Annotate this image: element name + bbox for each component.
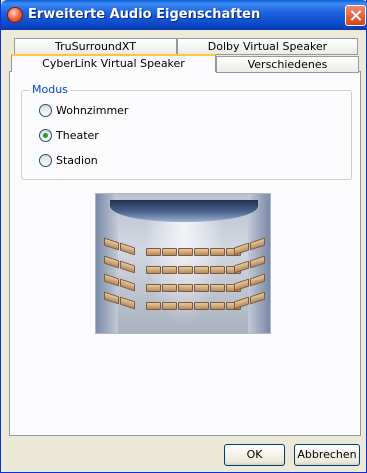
radio-label: Theater [56,128,99,142]
seat [210,266,225,274]
radio-button-icon[interactable] [39,103,52,117]
radio-theater[interactable]: Theater [39,127,99,143]
tab-cyberlink-virtual-speaker[interactable]: CyberLink Virtual Speaker [11,54,216,72]
seat [162,302,177,310]
seat [178,248,193,256]
seat [194,266,209,274]
cancel-button[interactable]: Abbrechen [294,444,360,466]
seat [178,266,193,274]
tab-dolby-virtual-speaker[interactable]: Dolby Virtual Speaker [177,38,358,55]
seat [162,284,177,292]
seat [234,296,249,310]
seat [146,284,161,292]
seat [210,284,225,292]
seat [234,242,249,256]
seat [194,284,209,292]
seat [234,260,249,274]
tab-verschiedenes[interactable]: Verschiedenes [216,56,359,73]
seat [210,248,225,256]
ok-button[interactable]: OK [224,444,285,466]
seat [120,278,135,292]
seat [178,284,193,292]
seat [194,302,209,310]
dialog-window: Erweiterte Audio Eigenschaften TruSurrou… [0,0,367,473]
seat [178,302,193,310]
cinema-screen [110,200,258,222]
seat [120,242,135,256]
seat [194,248,209,256]
theater-illustration [95,193,271,334]
radio-wohnzimmer[interactable]: Wohnzimmer [39,102,128,118]
radio-button-checked-icon[interactable] [39,128,52,142]
seat [146,266,161,274]
radio-button-icon[interactable] [39,153,52,167]
title-bar[interactable]: Erweiterte Audio Eigenschaften [1,0,367,30]
seat [210,302,225,310]
seat [234,278,249,292]
app-icon [7,7,23,23]
close-button[interactable] [345,5,366,26]
tab-trusurroundxt[interactable]: TruSurroundXT [14,38,177,55]
seat [146,302,161,310]
radio-label: Wohnzimmer [56,103,129,117]
seat [146,248,161,256]
seat [120,296,135,310]
mode-group-label: Modus [29,83,71,96]
seat [120,260,135,274]
radio-stadion[interactable]: Stadion [39,152,98,168]
window-title: Erweiterte Audio Eigenschaften [28,7,261,22]
seat [162,266,177,274]
radio-label: Stadion [56,153,98,167]
seat [162,248,177,256]
